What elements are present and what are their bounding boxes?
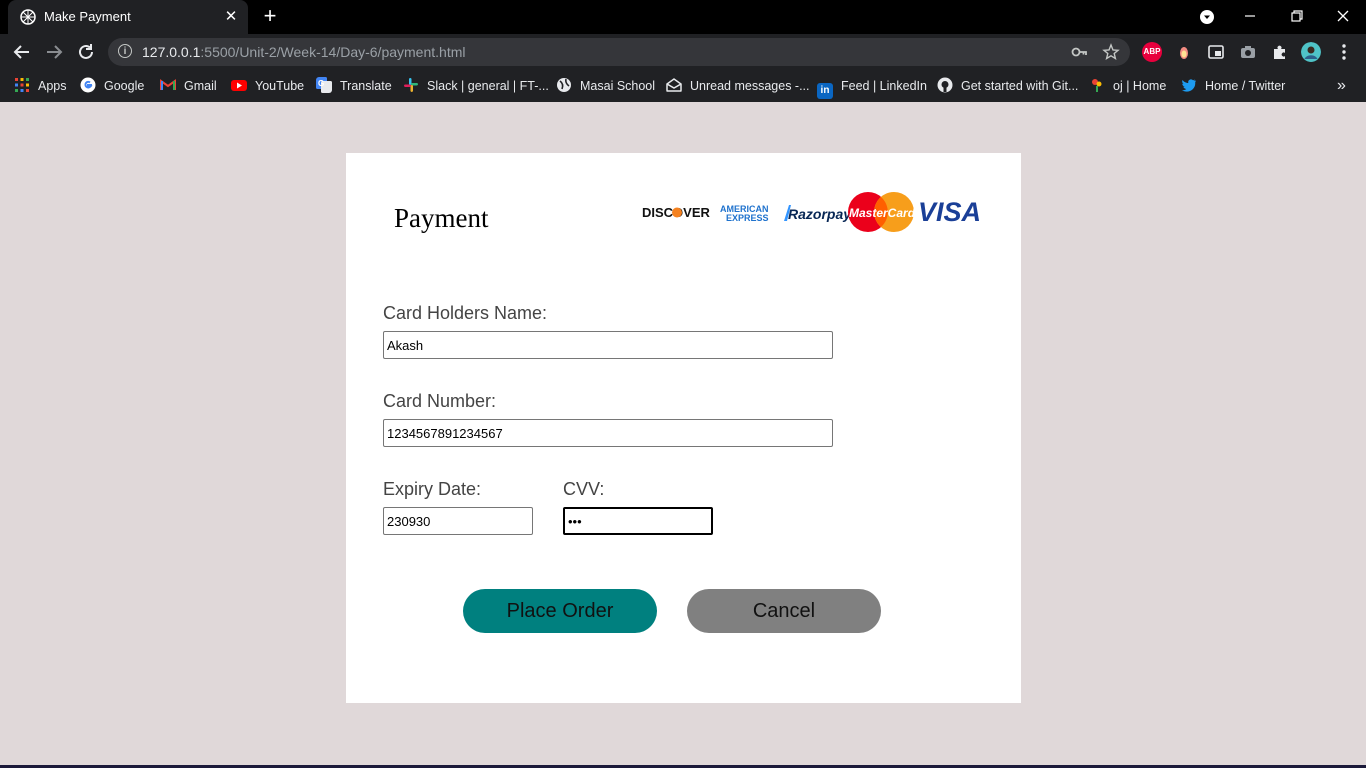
linkedin-icon: in (817, 83, 833, 99)
globe-icon (557, 78, 571, 92)
site-info-icon[interactable]: i (118, 44, 132, 58)
card-holder-label: Card Holders Name: (383, 303, 548, 323)
oj-icon (1092, 79, 1102, 92)
close-window-button[interactable] (1331, 6, 1355, 26)
bookmark-apps[interactable]: Apps (14, 76, 67, 96)
bookmark-gmail[interactable]: Gmail (160, 76, 217, 96)
bookmark-label: Get started with Git... (961, 79, 1079, 93)
bookmark-label: Apps (38, 79, 67, 93)
place-order-button[interactable]: Place Order (463, 589, 657, 633)
forward-icon[interactable] (42, 41, 66, 63)
bookmark-translate[interactable]: G Translate (316, 76, 392, 96)
mail-icon (666, 78, 682, 92)
url-host: 127.0.0.1 (142, 44, 201, 60)
bookmark-label: Gmail (184, 79, 217, 93)
close-icon (1337, 10, 1349, 22)
slack-icon (404, 78, 418, 92)
cancel-button[interactable]: Cancel (687, 589, 881, 633)
bookmarks-overflow-button[interactable]: » (1337, 76, 1346, 96)
browser-toolbar: i 127.0.0.1:5500/Unit-2/Week-14/Day-6/pa… (0, 34, 1366, 70)
bookmark-label: Feed | LinkedIn (841, 79, 927, 93)
expiry-date-label: Expiry Date: (383, 479, 482, 499)
url-path: :5500/Unit-2/Week-14/Day-6/payment.html (200, 44, 466, 60)
page-favicon-icon (20, 9, 36, 25)
discover-logo: DISCOVER (642, 205, 711, 220)
bookmark-label: Unread messages -... (690, 79, 810, 93)
bookmark-label: YouTube (255, 79, 305, 93)
bookmark-masai-school[interactable]: Masai School (556, 76, 655, 96)
avatar[interactable] (1301, 42, 1321, 62)
bookmark-label: oj | Home (1113, 79, 1167, 93)
bookmark-label: Home / Twitter (1205, 79, 1286, 93)
minimize-icon (1245, 15, 1255, 17)
card-holder-input[interactable] (383, 331, 833, 359)
bookmark-label: Slack | general | FT-... (427, 79, 549, 93)
cvv-input[interactable] (563, 507, 713, 535)
bookmark-twitter[interactable]: Home / Twitter (1181, 76, 1285, 96)
browser-title-bar: Make Payment ✕ + (0, 0, 1366, 34)
razorpay-logo: Razorpay (784, 205, 852, 222)
visa-logo: VISA (918, 197, 981, 227)
bookmark-youtube[interactable]: YouTube (231, 76, 304, 96)
american-express-logo: AMERICAN EXPRESS (720, 204, 769, 223)
camera-icon[interactable] (1238, 42, 1258, 62)
youtube-icon (231, 80, 247, 91)
card-number-label: Card Number: (383, 391, 497, 411)
extensions-puzzle-icon[interactable] (1270, 42, 1290, 62)
twitter-icon (1181, 79, 1196, 92)
bookmark-label: Translate (340, 79, 392, 93)
mastercard-logo: MasterCard (848, 192, 916, 232)
svg-text:G: G (318, 79, 324, 88)
bookmark-google[interactable]: Google (80, 76, 144, 96)
payment-card: Payment DISCOVER AMERICAN EXPRESS Razorp… (346, 153, 1021, 703)
adblock-plus-icon[interactable]: ABP (1142, 42, 1162, 62)
translate-icon: G (316, 77, 332, 93)
svg-text:Razorpay: Razorpay (788, 206, 852, 222)
bookmarks-bar: Apps Google Gmail YouTube G Translate Sla… (0, 70, 1366, 102)
card-number-input[interactable] (383, 419, 833, 447)
bookmark-unread-messages[interactable]: Unread messages -... (666, 76, 810, 96)
svg-text:MasterCard: MasterCard (849, 206, 916, 220)
bookmark-slack[interactable]: Slack | general | FT-... (403, 76, 549, 96)
bookmark-github[interactable]: Get started with Git... (937, 76, 1078, 96)
bookmark-linkedin[interactable]: in Feed | LinkedIn (817, 76, 927, 99)
key-icon[interactable] (1070, 43, 1088, 61)
reload-icon[interactable] (74, 41, 98, 63)
back-icon[interactable] (10, 41, 34, 63)
address-bar[interactable]: i 127.0.0.1:5500/Unit-2/Week-14/Day-6/pa… (108, 38, 1130, 66)
apps-grid-icon (15, 78, 29, 92)
browser-tab[interactable]: Make Payment ✕ (8, 0, 248, 34)
extension-light-icon[interactable] (1174, 42, 1194, 62)
card-logos: DISCOVER AMERICAN EXPRESS Razorpay Maste… (642, 192, 981, 232)
bookmark-oj-home[interactable]: oj | Home (1089, 76, 1166, 96)
minimize-button[interactable] (1238, 6, 1262, 26)
tab-close-icon[interactable]: ✕ (222, 8, 240, 26)
picture-in-picture-icon[interactable] (1206, 42, 1226, 62)
bookmark-star-icon[interactable] (1102, 43, 1120, 61)
restore-icon (1291, 10, 1303, 22)
new-tab-button[interactable]: + (260, 5, 280, 27)
chrome-menu-icon[interactable] (1334, 42, 1354, 62)
bookmark-label: Google (104, 79, 145, 93)
gmail-icon (160, 79, 176, 90)
cvv-label: CVV: (563, 479, 605, 499)
svg-text:EXPRESS: EXPRESS (726, 213, 769, 223)
url-text: 127.0.0.1:5500/Unit-2/Week-14/Day-6/paym… (142, 44, 465, 60)
google-icon (80, 77, 96, 93)
restore-button[interactable] (1285, 6, 1309, 26)
github-icon (937, 77, 953, 93)
tab-title: Make Payment (44, 9, 131, 24)
bookmark-label: Masai School (580, 79, 656, 93)
svg-text:VISA: VISA (918, 197, 981, 227)
profile-menu-icon[interactable] (1199, 9, 1215, 25)
expiry-date-input[interactable] (383, 507, 533, 535)
page-title: Payment (394, 203, 489, 233)
